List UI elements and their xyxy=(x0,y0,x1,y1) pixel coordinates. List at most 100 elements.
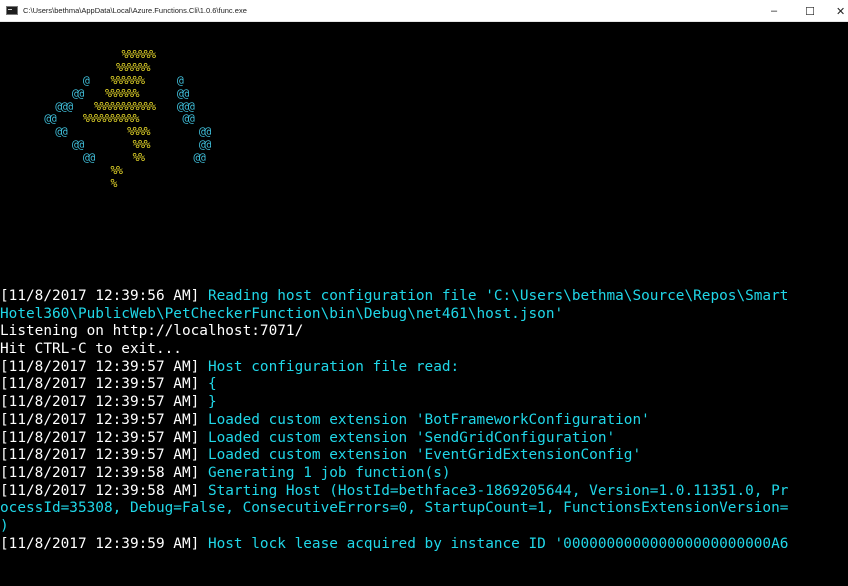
log-timestamp: [11/8/2017 12:39:57 AM] xyxy=(0,411,200,428)
log-line: [11/8/2017 12:39:58 AM] Starting Host (H… xyxy=(0,483,848,501)
maximize-button[interactable]: ☐ xyxy=(792,0,828,22)
logo-gap xyxy=(149,137,199,151)
window-titlebar[interactable]: C:\Users\bethma\AppData\Local\Azure.Func… xyxy=(0,0,848,22)
log-message: ) xyxy=(0,517,9,534)
console-output[interactable]: %%%%%% %%%%%% @ %%%%%% @ @@ %%%%%% @@ @@… xyxy=(0,22,848,586)
logo-padding xyxy=(0,73,83,87)
log-message: ocessId=35308, Debug=False, ConsecutiveE… xyxy=(0,500,789,517)
logo-percent: % xyxy=(110,175,117,190)
logo-gap xyxy=(144,150,194,164)
log-timestamp: [11/8/2017 12:39:56 AM] xyxy=(0,288,200,304)
logo-at-left: @@ xyxy=(44,111,56,126)
log-line: [11/8/2017 12:39:59 AM] Host lock lease … xyxy=(0,536,848,554)
console-app-icon xyxy=(6,6,18,15)
log-message: { xyxy=(199,376,217,393)
log-message: Generating 1 job function(s) xyxy=(199,464,451,481)
log-line: [11/8/2017 12:39:58 AM] Generating 1 job… xyxy=(0,465,848,483)
logo-padding xyxy=(0,124,55,138)
log-timestamp: [11/8/2017 12:39:57 AM] xyxy=(0,429,200,446)
logo-gap xyxy=(72,99,94,113)
logo-gap xyxy=(66,124,127,138)
log-message: Loaded custom extension 'BotFrameworkCon… xyxy=(199,411,650,428)
log-line: [11/8/2017 12:39:57 AM] Loaded custom ex… xyxy=(0,412,848,430)
logo-at-left: @@ xyxy=(82,150,95,165)
logo-at-left: @@ xyxy=(55,124,67,139)
log-timestamp: [11/8/2017 12:39:58 AM] xyxy=(0,482,200,499)
window-controls: – ☐ ✕ xyxy=(756,0,848,22)
logo-at-right: @@ xyxy=(182,111,194,126)
logo-gap xyxy=(55,111,83,125)
log-line: [11/8/2017 12:39:57 AM] { xyxy=(0,376,848,394)
log-line: Hit CTRL-C to exit... xyxy=(0,341,848,359)
logo-percent: %%%% xyxy=(127,124,151,139)
logo-padding xyxy=(0,137,72,151)
logo-padding xyxy=(0,176,110,190)
logo-at-right: @@ xyxy=(198,137,211,152)
log-timestamp: [11/8/2017 12:39:57 AM] xyxy=(0,376,200,393)
logo-gap xyxy=(144,73,177,87)
log-timestamp: [11/8/2017 12:39:57 AM] xyxy=(0,358,200,375)
logo-padding xyxy=(0,99,55,113)
log-output: [11/8/2017 12:39:56 AM] Reading host con… xyxy=(0,288,848,553)
logo-gap xyxy=(138,86,177,100)
logo-gap xyxy=(83,137,133,151)
log-line: [11/8/2017 12:39:57 AM] Loaded custom ex… xyxy=(0,447,848,465)
logo-gap xyxy=(88,73,110,87)
log-line: ocessId=35308, Debug=False, ConsecutiveE… xyxy=(0,500,848,518)
log-timestamp: [11/8/2017 12:39:57 AM] xyxy=(0,447,200,464)
log-message: Reading host configuration file 'C:\User… xyxy=(199,288,789,304)
log-message: Loaded custom extension 'EventGridExtens… xyxy=(199,447,642,464)
log-line: [11/8/2017 12:39:56 AM] Reading host con… xyxy=(0,288,848,306)
log-timestamp: [11/8/2017 12:39:59 AM] xyxy=(0,535,200,552)
window-title: C:\Users\bethma\AppData\Local\Azure.Func… xyxy=(23,6,247,15)
logo-percent: %%%%%% xyxy=(121,47,157,61)
log-timestamp: Listening on http://localhost:7071/ xyxy=(0,323,304,340)
logo-gap xyxy=(155,99,177,113)
logo-padding xyxy=(0,163,110,177)
logo-at-left: @@ xyxy=(71,137,84,152)
log-message: Host lock lease acquired by instance ID … xyxy=(199,535,789,552)
minimize-button[interactable]: – xyxy=(756,0,792,22)
logo-at-right: @@ xyxy=(198,124,211,139)
log-line: [11/8/2017 12:39:57 AM] Loaded custom ex… xyxy=(0,430,848,448)
logo-gap xyxy=(94,150,133,164)
logo-padding xyxy=(0,150,83,164)
logo-percent: %%%%%% xyxy=(116,59,151,74)
close-button[interactable]: ✕ xyxy=(828,0,848,22)
logo-padding xyxy=(0,86,72,100)
log-line: [11/8/2017 12:39:57 AM] } xyxy=(0,394,848,412)
logo-at-right: @ xyxy=(176,72,184,87)
log-message: } xyxy=(199,394,217,411)
log-line: [11/8/2017 12:39:57 AM] Host configurati… xyxy=(0,359,848,377)
logo-at-right: @@ xyxy=(176,85,189,100)
logo-percent: %% xyxy=(110,163,122,178)
logo-gap xyxy=(149,124,199,138)
logo-percent: %%%%%%%%%%% xyxy=(93,98,156,113)
log-message: Host configuration file read: xyxy=(199,358,460,375)
logo-at-left: @@@ xyxy=(55,98,73,113)
logo-percent: %%%%%% xyxy=(110,72,146,87)
logo-percent: %%% xyxy=(132,137,151,152)
logo-percent: %%%%%%%%%% xyxy=(82,111,140,126)
logo-gap xyxy=(83,86,105,100)
log-timestamp: [11/8/2017 12:39:57 AM] xyxy=(0,394,200,411)
logo-padding xyxy=(0,111,44,125)
log-line: ) xyxy=(0,518,848,536)
logo-padding xyxy=(0,47,122,61)
log-timestamp: Hit CTRL-C to exit... xyxy=(0,341,182,358)
logo-gap xyxy=(138,111,182,125)
log-line: Hotel360\PublicWeb\PetCheckerFunction\bi… xyxy=(0,306,848,324)
log-timestamp: [11/8/2017 12:39:58 AM] xyxy=(0,464,200,481)
logo-percent: %% xyxy=(132,150,145,165)
logo-line: % xyxy=(0,175,210,190)
log-message: Loaded custom extension 'SendGridConfigu… xyxy=(199,429,616,446)
logo-at-left: @@ xyxy=(71,85,84,100)
logo-padding xyxy=(0,60,116,74)
logo-percent: %%%%%% xyxy=(104,85,140,100)
log-message: Hotel360\PublicWeb\PetCheckerFunction\bi… xyxy=(0,305,564,322)
logo-at-right: @@@ xyxy=(176,98,195,113)
logo-at-right: @@ xyxy=(193,150,205,165)
log-message: Starting Host (HostId=bethface3-18692056… xyxy=(199,482,789,499)
azure-functions-ascii-logo: %%%%%% %%%%%% @ %%%%%% @ @@ %%%%%% @@ @@… xyxy=(0,47,211,190)
log-line: Listening on http://localhost:7071/ xyxy=(0,323,848,341)
